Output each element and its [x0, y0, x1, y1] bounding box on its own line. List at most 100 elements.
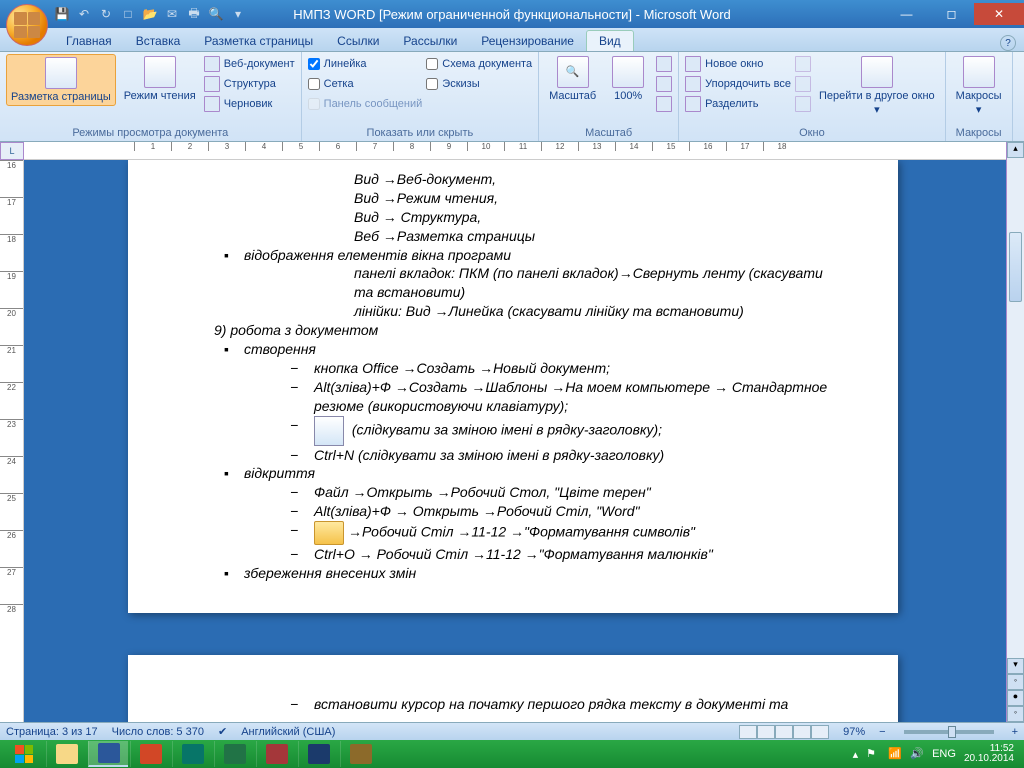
zoom-in-button[interactable]: +: [1012, 726, 1018, 738]
open-icon[interactable]: 📂: [142, 6, 158, 22]
two-pages-icon: [656, 76, 672, 92]
vertical-ruler[interactable]: 16171819202122232425262728: [0, 160, 24, 722]
tab-insert[interactable]: Вставка: [124, 31, 193, 51]
ruler-checkbox[interactable]: Линейка: [308, 54, 423, 74]
document-workspace[interactable]: Вид →Веб-документ, Вид →Режим чтения, Ви…: [24, 160, 1006, 722]
zoom-100-button[interactable]: 100%: [604, 54, 652, 104]
doc-dash: →Робочий Стіл →11-12 →"Форматування симв…: [314, 521, 842, 545]
tray-clock[interactable]: 11:5220.10.2014: [964, 744, 1014, 765]
task-app[interactable]: [340, 741, 380, 767]
doc-text: Веб →Разметка страницы: [354, 227, 842, 246]
status-language[interactable]: Английский (США): [241, 726, 335, 738]
arrange-all-button[interactable]: Упорядочить все: [685, 74, 791, 94]
tab-home[interactable]: Главная: [54, 31, 124, 51]
tab-mailings[interactable]: Рассылки: [391, 31, 469, 51]
next-page-button[interactable]: ◦: [1007, 706, 1024, 722]
web-layout-button[interactable]: Веб-документ: [204, 54, 295, 74]
start-button[interactable]: [4, 741, 44, 767]
scroll-thumb[interactable]: [1009, 232, 1022, 302]
vertical-scrollbar[interactable]: ▴ ▾ ◦ ● ◦: [1006, 142, 1024, 722]
gridlines-checkbox[interactable]: Сетка: [308, 74, 423, 94]
horizontal-ruler[interactable]: 123456789101112131415161718: [24, 142, 1006, 160]
undo-icon[interactable]: ↶: [76, 6, 92, 22]
two-pages-button[interactable]: [656, 74, 672, 94]
tray-up-icon[interactable]: ▴: [853, 748, 859, 761]
outline-button[interactable]: Структура: [204, 74, 295, 94]
document-page[interactable]: Вид →Веб-документ, Вид →Режим чтения, Ви…: [128, 160, 898, 613]
print-layout-button[interactable]: Разметка страницы: [6, 54, 116, 106]
reading-view-button[interactable]: [757, 725, 775, 739]
doc-dash: Alt(зліва)+Ф → Открыть →Робочий Стіл, "W…: [314, 502, 842, 521]
help-icon[interactable]: ?: [1000, 35, 1016, 51]
email-icon[interactable]: ✉: [164, 6, 180, 22]
tab-review[interactable]: Рецензирование: [469, 31, 586, 51]
outline-view-button[interactable]: [793, 725, 811, 739]
browse-object-button[interactable]: ●: [1007, 690, 1024, 706]
reading-mode-button[interactable]: Режим чтения: [120, 54, 200, 104]
scroll-down-button[interactable]: ▾: [1007, 658, 1024, 674]
close-button[interactable]: ✕: [974, 3, 1024, 25]
print-icon[interactable]: 🖶: [186, 6, 202, 22]
zoom-button[interactable]: 🔍Масштаб: [545, 54, 600, 104]
zoom-level[interactable]: 97%: [843, 726, 865, 738]
one-page-button[interactable]: [656, 54, 672, 74]
office-button[interactable]: [6, 4, 48, 46]
task-word[interactable]: [88, 741, 128, 767]
page-width-icon: [656, 96, 672, 112]
doc-dash: Файл →Открыть →Робочий Стол, "Цвіте тере…: [314, 483, 842, 502]
status-words[interactable]: Число слов: 5 370: [112, 726, 204, 738]
document-page-next[interactable]: встановити курсор на початку першого ряд…: [128, 655, 898, 722]
tray-flag-icon[interactable]: ⚑: [866, 747, 880, 761]
zoom-slider[interactable]: [904, 730, 994, 734]
switch-windows-button[interactable]: Перейти в другое окно▾: [815, 54, 939, 118]
task-explorer[interactable]: [46, 741, 86, 767]
tray-language[interactable]: ENG: [932, 748, 956, 760]
status-page[interactable]: Страница: 3 из 17: [6, 726, 98, 738]
tab-page-layout[interactable]: Разметка страницы: [192, 31, 325, 51]
print-layout-view-button[interactable]: [739, 725, 757, 739]
task-access[interactable]: [256, 741, 296, 767]
message-bar-checkbox[interactable]: Панель сообщений: [308, 94, 423, 114]
redo-icon[interactable]: ↻: [98, 6, 114, 22]
doc-dash: встановити курсор на початку першого ряд…: [314, 695, 842, 714]
preview-icon[interactable]: 🔍: [208, 6, 224, 22]
qat-dropdown-icon[interactable]: ▾: [230, 6, 246, 22]
view-side-button[interactable]: [795, 54, 811, 74]
task-kmplayer[interactable]: [298, 741, 338, 767]
tray-network-icon[interactable]: 📶: [888, 747, 902, 761]
zoom-slider-thumb[interactable]: [948, 726, 956, 738]
macros-button[interactable]: Макросы▾: [952, 54, 1006, 118]
maximize-button[interactable]: ◻: [929, 3, 974, 25]
scroll-up-button[interactable]: ▴: [1007, 142, 1024, 158]
split-button[interactable]: Разделить: [685, 94, 791, 114]
web-view-button[interactable]: [775, 725, 793, 739]
chevron-down-icon: ▾: [976, 104, 982, 116]
tray-volume-icon[interactable]: 🔊: [910, 747, 924, 761]
task-excel[interactable]: [214, 741, 254, 767]
title-bar: 💾 ↶ ↻ □ 📂 ✉ 🖶 🔍 ▾ НМПЗ WORD [Режим огран…: [0, 0, 1024, 28]
doc-numbered: 9) робота з документом: [214, 321, 842, 340]
split-icon: [685, 96, 701, 112]
minimize-button[interactable]: —: [884, 3, 929, 25]
draft-button[interactable]: Черновик: [204, 94, 295, 114]
page-width-button[interactable]: [656, 94, 672, 114]
task-publisher[interactable]: [172, 741, 212, 767]
group-macros: Макросы▾ Макросы: [946, 52, 1013, 141]
prev-page-button[interactable]: ◦: [1007, 674, 1024, 690]
sync-scroll-button[interactable]: [795, 74, 811, 94]
new-icon[interactable]: □: [120, 6, 136, 22]
save-icon[interactable]: 💾: [54, 6, 70, 22]
side-icon: [795, 56, 811, 72]
status-spellcheck-icon[interactable]: ✔: [218, 725, 227, 738]
draft-view-button[interactable]: [811, 725, 829, 739]
zoom-out-button[interactable]: −: [879, 726, 885, 738]
doc-map-checkbox[interactable]: Схема документа: [426, 54, 532, 74]
tab-references[interactable]: Ссылки: [325, 31, 391, 51]
tab-selector[interactable]: L: [0, 142, 24, 160]
tab-view[interactable]: Вид: [586, 30, 634, 51]
task-powerpoint[interactable]: [130, 741, 170, 767]
doc-text: Вид → Структура,: [354, 208, 842, 227]
reset-pos-button[interactable]: [795, 94, 811, 114]
thumbnails-checkbox[interactable]: Эскизы: [426, 74, 532, 94]
new-window-button[interactable]: Новое окно: [685, 54, 791, 74]
